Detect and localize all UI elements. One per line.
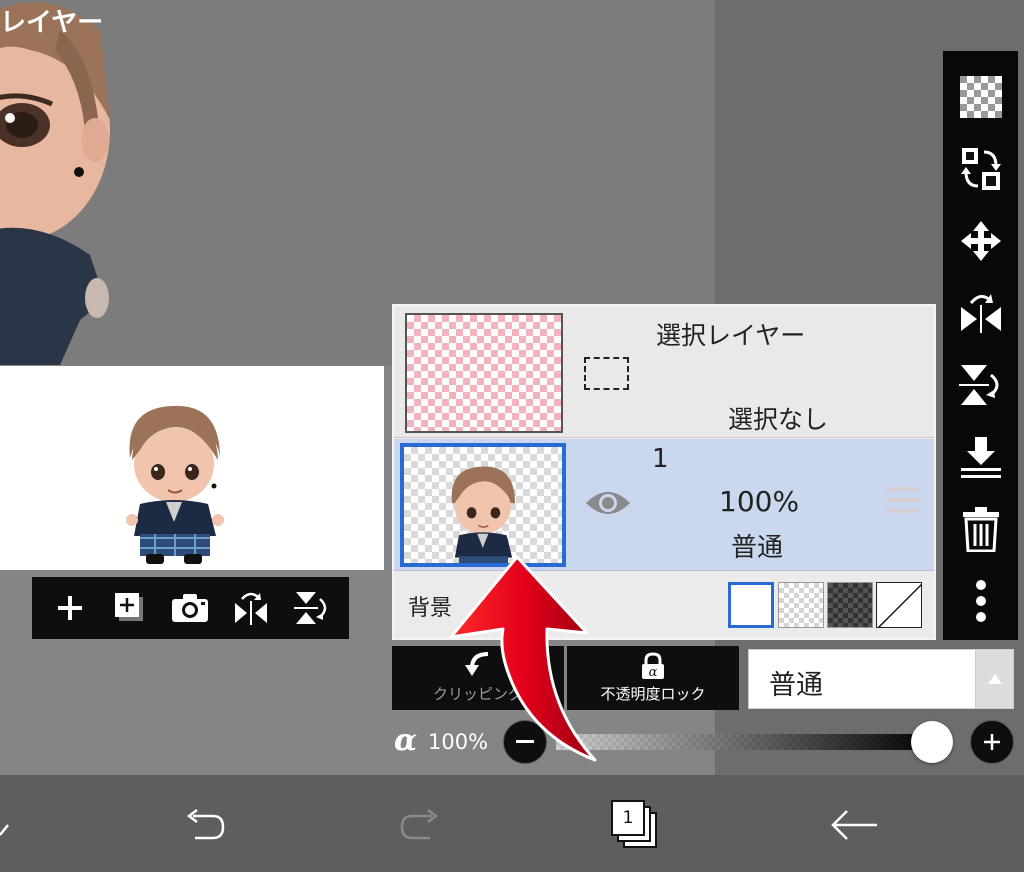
minus-icon [516,740,534,743]
merge-down-icon [960,437,1001,478]
add-layer-icon [115,593,144,621]
alpha-decrease-button[interactable] [503,720,547,764]
drag-handle-icon[interactable] [886,487,920,517]
redo-icon [400,809,439,840]
flip-horizontal-layer-button[interactable] [951,277,1011,349]
background-label: 背景 [408,596,453,621]
flip-vertical-layer-button[interactable] [951,349,1011,421]
layer-preview [0,366,384,570]
layer-count: 1 [622,808,634,828]
redo-button[interactable] [390,795,450,855]
side-toolbar [943,51,1018,640]
check-icon[interactable] [0,805,12,845]
layer-blend-mode: 普通 [731,533,784,563]
alpha-slider-track[interactable] [556,734,936,750]
more-options-button[interactable] [951,565,1011,637]
clipping-button[interactable]: クリッピング [392,646,564,710]
delete-layer-button[interactable] [951,493,1011,565]
transparency-checker-icon [959,76,1002,118]
trash-icon [962,507,999,552]
undo-icon [186,809,225,840]
lock-alpha-icon: α [642,652,664,680]
flip-horizontal-icon [234,592,267,625]
layers-button[interactable]: 1 [606,795,666,855]
opacity-lock-label: 不透明度ロック [600,685,706,703]
canvas-character-artwork [0,2,110,365]
flip-vertical-button[interactable] [287,584,335,632]
svg-text:α: α [649,665,658,680]
background-checker-light-swatch[interactable] [778,582,824,628]
visibility-eye-icon[interactable] [584,487,632,519]
alpha-symbol: α [394,723,418,758]
swap-layers-button[interactable] [951,133,1011,205]
add-layer-button[interactable] [106,584,154,632]
back-arrow-icon [831,810,877,840]
alpha-value: 100% [428,730,489,754]
page-title: レイヤー [0,8,104,38]
clipping-label: クリッピング [432,685,523,703]
preview-character-artwork [126,405,224,564]
background-row: 背景 [394,572,934,638]
move-icon [960,221,1001,261]
layer-row[interactable]: 1 100% 普通 [394,439,934,573]
camera-icon [172,594,209,622]
preview-toolbar [32,577,349,639]
merge-down-button[interactable] [951,421,1011,493]
bottom-bar: 1 [0,775,1024,872]
alpha-slider-thumb[interactable] [911,721,953,763]
dropdown-arrow-icon[interactable] [975,650,1013,708]
layers-panel: 選択レイヤー 選択なし 1 100% 普通 背景 [392,304,936,640]
selection-status: 選択なし [728,405,829,434]
blend-mode-select[interactable]: 普通 [748,649,1014,709]
opacity-lock-button[interactable]: α 不透明度ロック [567,646,739,710]
flip-horizontal-button[interactable] [227,584,275,632]
selection-layer-thumbnail [405,313,563,433]
layer-thumbnail-artwork [451,466,515,573]
canvas-area[interactable]: レイヤー 選択レイヤー 選択なし 1 100% 普通 背景 クリッピング α 不… [0,0,1024,775]
blend-mode-value: 普通 [769,670,823,701]
back-button[interactable] [824,795,884,855]
undo-button[interactable] [175,795,235,855]
background-none-swatch[interactable] [876,582,922,628]
layers-stack-icon: 1 [611,800,661,850]
move-button[interactable] [951,205,1011,277]
background-checker-dark-swatch[interactable] [827,582,873,628]
camera-button[interactable] [166,584,214,632]
flip-vertical-icon [293,592,327,624]
swap-layers-icon [960,148,1001,190]
background-white-swatch[interactable] [728,582,774,628]
flip-vertical-icon [958,365,998,405]
add-button[interactable] [46,584,94,632]
selection-layer-title: 選択レイヤー [656,321,806,350]
transparency-button[interactable] [951,61,1011,133]
layer-opacity: 100% [719,485,800,518]
flip-horizontal-icon [960,294,1001,333]
layer-name: 1 [652,444,669,474]
more-vertical-icon [975,580,986,622]
selection-marquee-icon [584,357,629,390]
alpha-increase-button[interactable] [970,720,1014,764]
plus-icon [58,596,83,620]
layer-thumbnail [400,443,566,573]
selection-layer-row[interactable]: 選択レイヤー 選択なし [394,306,934,438]
clipping-icon [465,652,489,676]
plus-icon [984,734,1000,750]
